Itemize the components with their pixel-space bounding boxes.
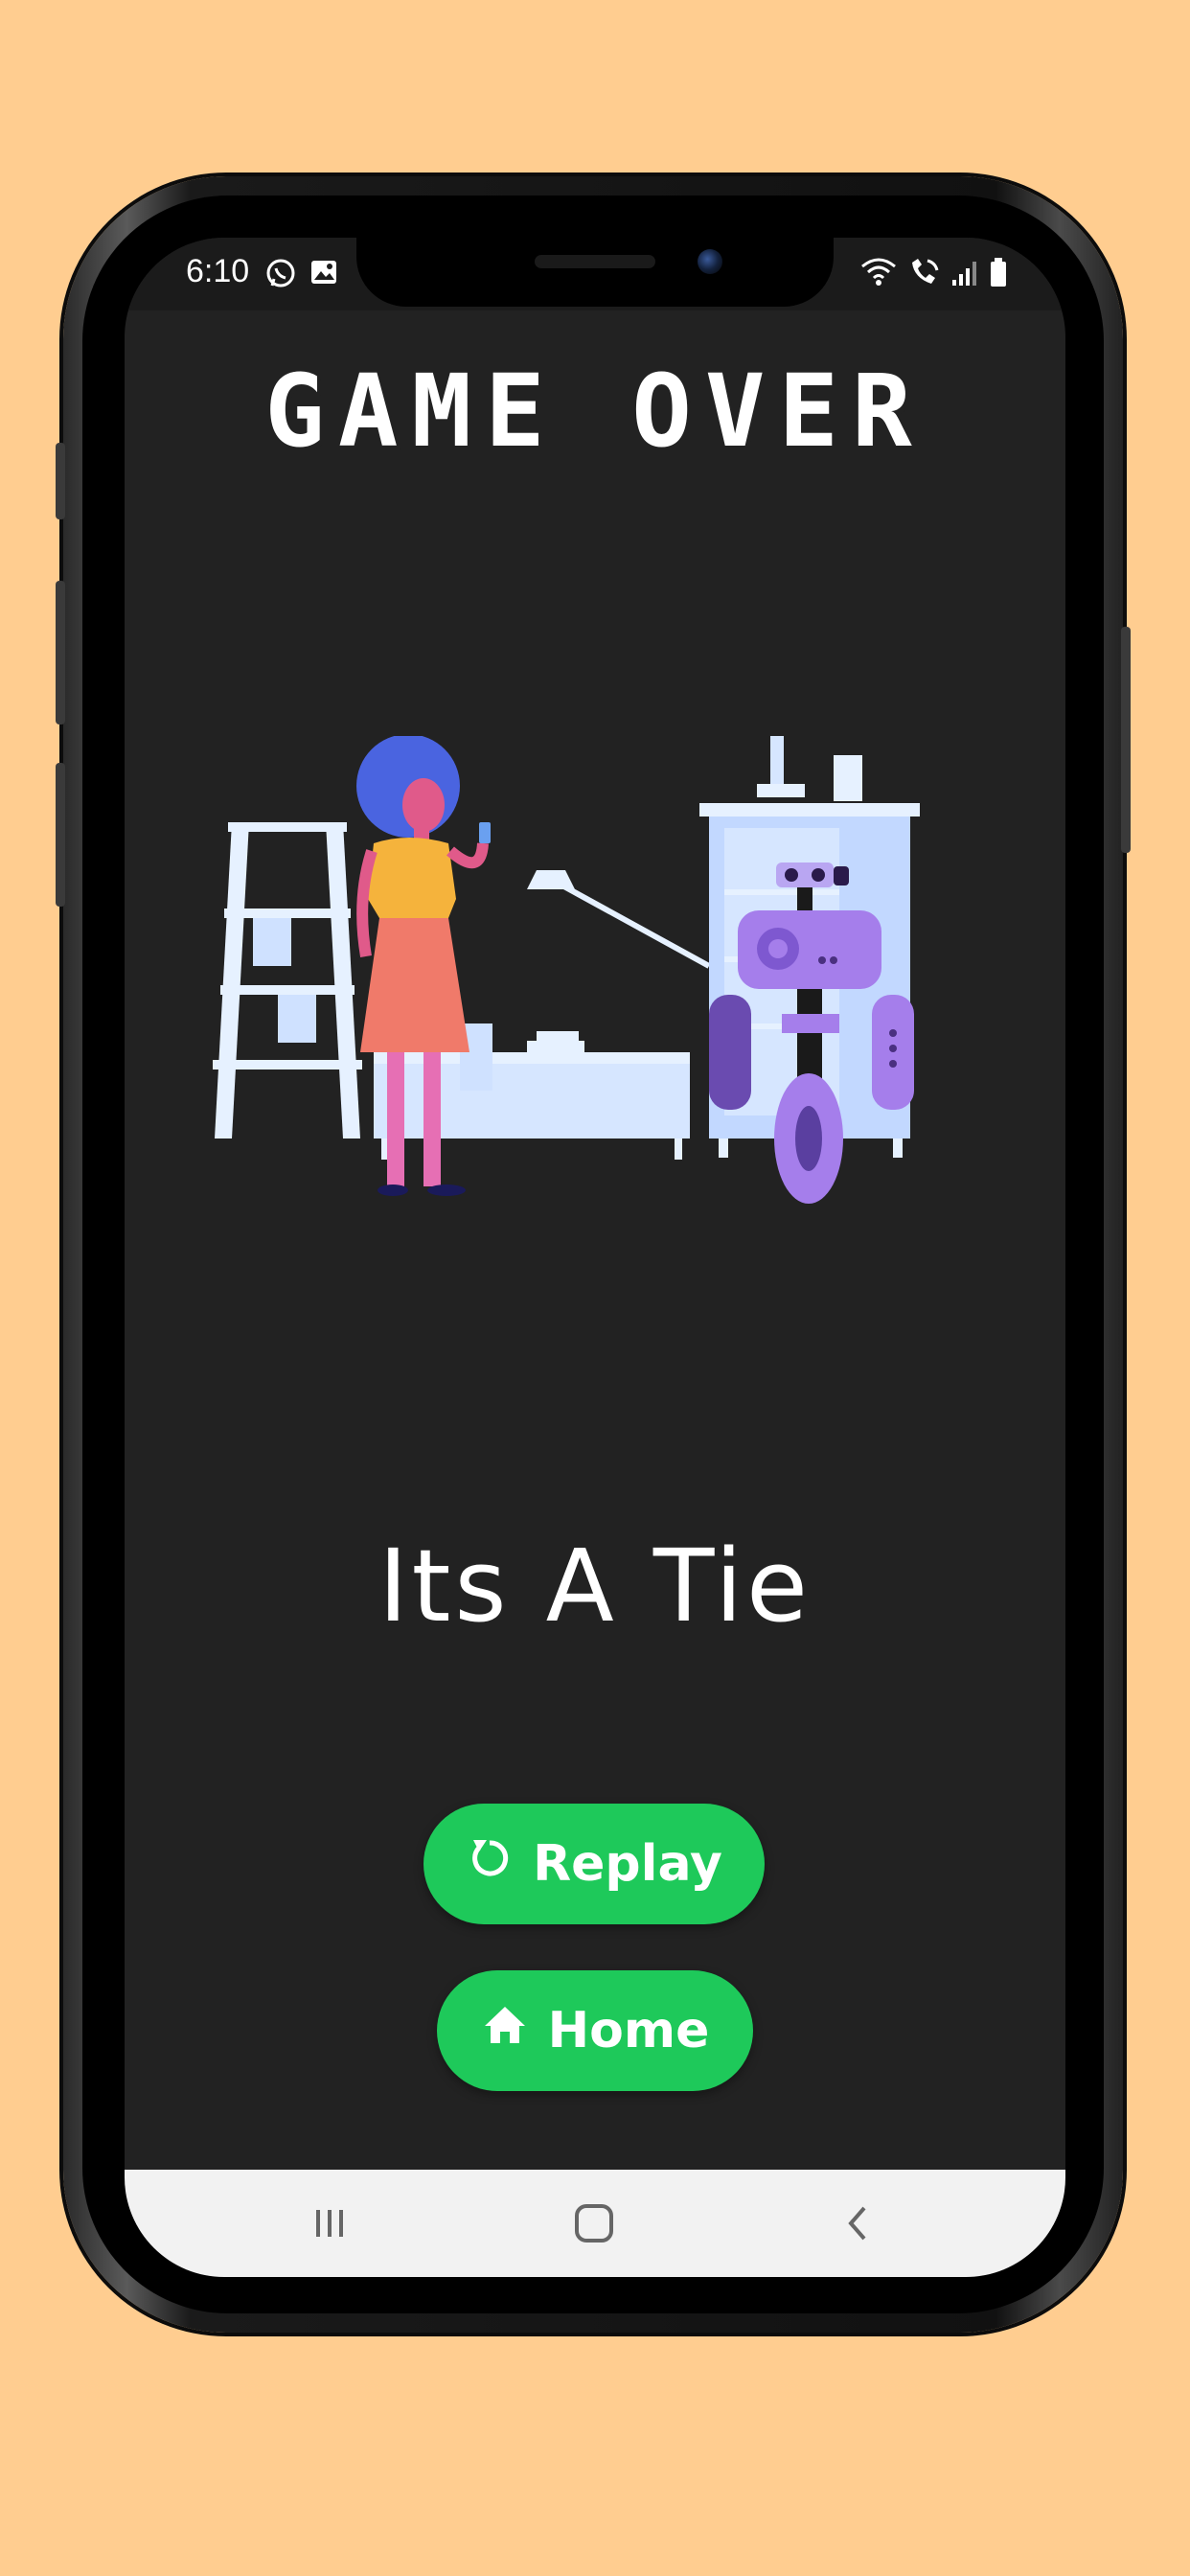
game-over-title: GAME OVER <box>264 353 926 470</box>
replay-label: Replay <box>533 1835 722 1893</box>
ladder-shelf-illustration <box>213 822 362 1138</box>
volume-button-top <box>56 443 65 519</box>
screen: 6:10 GAME OVER Its A Tie Replay Home <box>125 238 1065 2277</box>
whatsapp-icon <box>264 257 297 293</box>
replay-button[interactable]: Replay <box>423 1804 765 1924</box>
wifi-calling-icon <box>906 257 941 291</box>
volume-button-bottom <box>56 763 65 907</box>
front-camera <box>698 249 722 274</box>
status-left-icons <box>264 257 339 293</box>
signal-icon <box>950 259 979 291</box>
replay-icon <box>466 1834 514 1895</box>
home-button[interactable]: Home <box>437 1970 753 2091</box>
power-button <box>1121 627 1131 853</box>
home-icon <box>481 2001 529 2061</box>
recent-apps-icon[interactable] <box>301 2196 358 2250</box>
gallery-icon <box>309 257 339 293</box>
notch <box>356 238 834 307</box>
home-nav-icon[interactable] <box>565 2196 623 2250</box>
result-text: Its A Tie <box>378 1528 812 1644</box>
lamp-illustration <box>527 870 711 969</box>
speaker <box>535 255 655 268</box>
status-bar: 6:10 <box>125 238 1065 310</box>
home-label: Home <box>547 2002 710 2059</box>
illustration <box>211 734 977 1234</box>
status-right-icons <box>860 257 1008 291</box>
status-time: 6:10 <box>186 253 250 289</box>
volume-button-middle <box>56 581 65 724</box>
back-icon[interactable] <box>830 2196 887 2250</box>
battery-icon <box>989 257 1008 291</box>
wifi-icon <box>860 257 897 291</box>
navigation-bar <box>125 2170 1065 2277</box>
